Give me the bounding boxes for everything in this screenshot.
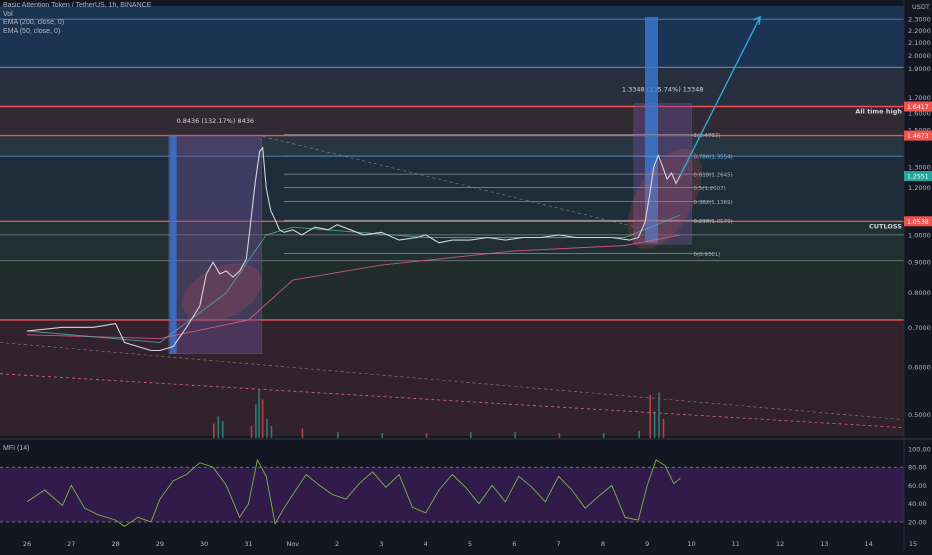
x-tick-3: 29 — [156, 540, 164, 548]
y-tick-1: 2.2000 — [908, 27, 931, 35]
x-tick-10: 5 — [468, 540, 472, 548]
volume-bar-19 — [653, 411, 656, 438]
x-tick-14: 9 — [645, 540, 649, 548]
y-tick-9: 1.2000 — [908, 184, 931, 192]
volume-bar-16 — [602, 433, 605, 438]
y-tick-15: 0.5000 — [908, 411, 931, 419]
y-tick-12: 0.8000 — [908, 289, 931, 297]
x-tick-13: 8 — [601, 540, 605, 548]
volume-bar-12 — [425, 433, 428, 438]
volume-bar-0 — [213, 423, 215, 438]
volume-bar-4 — [255, 404, 257, 438]
x-tick-8: 3 — [379, 540, 383, 548]
x-tick-9: 4 — [424, 540, 428, 548]
volume-bar-17 — [638, 430, 640, 438]
y-tick-11: 0.9000 — [908, 259, 931, 267]
chart-legend: Basic Attention Token / TetherUS, 1h, BI… — [3, 2, 151, 36]
x-tick-18: 13 — [820, 540, 828, 548]
price-zone-7 — [0, 319, 904, 436]
measure-label-0: 0.8436 (132.17%) 8436 — [177, 117, 254, 125]
x-tick-12: 7 — [557, 540, 561, 548]
measure-label-1: 1.3348 (135.74%) 13348 — [622, 86, 704, 94]
price-tag-0: 1.6417 — [907, 104, 929, 111]
volume-bar-5 — [258, 390, 260, 438]
price-tag-3: 1.0538 — [907, 219, 929, 226]
volume-bar-15 — [558, 433, 561, 438]
level-label-2: All time high — [855, 107, 902, 115]
mfi-tick-0: 100.00 — [908, 446, 931, 454]
price-tag-2: 1.2551 — [907, 174, 929, 181]
x-tick-20: 15 — [909, 540, 917, 548]
chart-canvas[interactable]: All time high CUTLOSS 0.8436 (132.17%) 843… — [0, 0, 932, 550]
price-zone-5 — [0, 221, 904, 261]
price-zone-1 — [0, 67, 904, 107]
volume-bar-7 — [266, 418, 268, 438]
volume-bar-11 — [381, 433, 383, 438]
price-tag-1: 1.4673 — [907, 133, 929, 140]
mfi-tick-3: 40.00 — [908, 500, 927, 508]
volume-bar-1 — [217, 416, 220, 438]
fib-label-6: 0(0.9301) — [694, 252, 721, 258]
price-zone-4 — [0, 156, 904, 222]
level-label-5: CUTLOSS — [869, 222, 902, 230]
x-tick-4: 30 — [200, 540, 208, 548]
volume-bar-18 — [649, 394, 652, 438]
x-tick-15: 10 — [687, 540, 695, 548]
y-tick-4: 1.9000 — [908, 65, 931, 73]
x-tick-16: 11 — [732, 540, 740, 548]
x-tick-1: 27 — [67, 540, 75, 548]
y-tick-13: 0.7000 — [908, 324, 931, 332]
volume-legend[interactable]: Vol — [3, 11, 151, 20]
mfi-tick-2: 60.00 — [908, 482, 927, 490]
y-tick-14: 0.6000 — [908, 364, 931, 372]
x-tick-11: 6 — [512, 540, 516, 548]
price-zone-6 — [0, 260, 904, 320]
volume-bar-6 — [261, 399, 264, 438]
price-zone-3 — [0, 135, 904, 157]
symbol-title[interactable]: Basic Attention Token / TetherUS, 1h, BI… — [3, 2, 151, 11]
volume-bar-13 — [470, 432, 472, 438]
y-tick-3: 2.0000 — [908, 52, 931, 60]
x-tick-7: 2 — [335, 540, 339, 548]
mfi-tick-4: 20.00 — [908, 518, 927, 526]
trading-chart[interactable]: All time high CUTLOSS 0.8436 (132.17%) 843… — [0, 0, 932, 550]
fib-label-5: 0.236(1.0579) — [694, 219, 733, 225]
fib-label-4: 0.382(1.1369) — [694, 200, 733, 206]
volume-bar-21 — [662, 418, 665, 438]
x-tick-0: 26 — [23, 540, 31, 548]
ema200-legend[interactable]: EMA (200, close, 0) — [3, 19, 151, 28]
x-tick-6: Nov — [286, 540, 299, 548]
x-tick-17: 12 — [776, 540, 784, 548]
y-tick-5: 1.7000 — [908, 94, 931, 102]
volume-bar-14 — [514, 432, 516, 438]
volume-bar-8 — [270, 426, 273, 438]
volume-bar-20 — [658, 392, 660, 438]
ema50-legend[interactable]: EMA (50, close, 0) — [3, 28, 151, 37]
volume-bar-2 — [221, 421, 224, 438]
x-tick-19: 14 — [865, 540, 873, 548]
y-tick-10: 1.0000 — [908, 231, 931, 239]
fib-label-0: 1(1.4733) — [694, 133, 721, 139]
volume-bar-10 — [337, 432, 339, 438]
mfi-legend[interactable]: MFI (14) — [3, 445, 29, 452]
volume-bar-9 — [301, 428, 304, 438]
volume-bar-3 — [250, 426, 253, 438]
measure-bar-0 — [169, 135, 177, 354]
y-tick-8: 1.3000 — [908, 163, 931, 171]
mfi-tick-1: 80.00 — [908, 464, 927, 472]
y-tick-2: 2.1000 — [908, 39, 931, 47]
x-tick-5: 31 — [244, 540, 252, 548]
price-zone-2 — [0, 106, 904, 136]
currency-label: USDT — [912, 3, 930, 11]
x-tick-2: 28 — [111, 540, 119, 548]
y-tick-0: 2.3000 — [908, 16, 931, 24]
